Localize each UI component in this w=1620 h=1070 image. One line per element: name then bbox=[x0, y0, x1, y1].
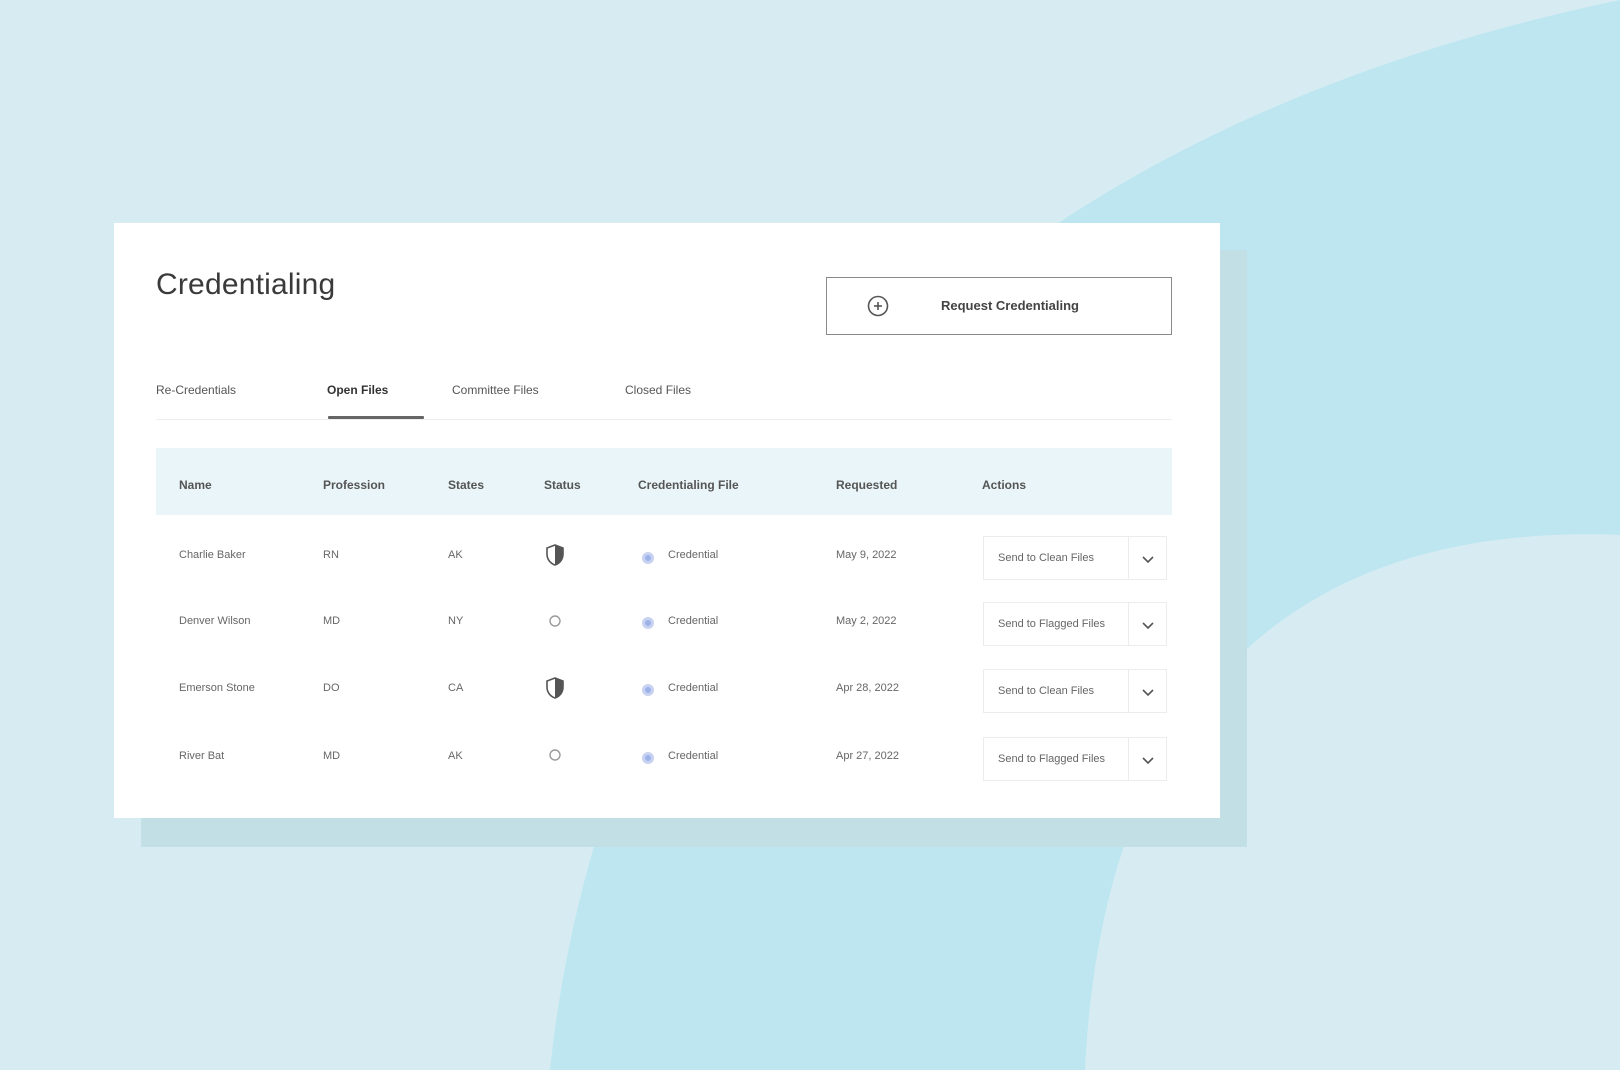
credential-file-link[interactable]: Credential bbox=[668, 682, 718, 694]
send-to-clean-files-button[interactable]: Send to Clean Files bbox=[998, 552, 1094, 564]
dot-icon bbox=[549, 749, 561, 761]
row-state: NY bbox=[448, 615, 464, 627]
action-split-button: Send to Clean Files bbox=[983, 536, 1167, 580]
page-title: Credentialing bbox=[156, 268, 336, 301]
row-requested-date: Apr 28, 2022 bbox=[836, 682, 899, 694]
action-divider bbox=[1128, 603, 1129, 645]
credential-file-icon bbox=[642, 684, 654, 696]
credential-file-icon bbox=[642, 552, 654, 564]
row-profession: MD bbox=[323, 615, 341, 627]
row-profession: MD bbox=[323, 750, 341, 762]
send-to-clean-files-button[interactable]: Send to Clean Files bbox=[998, 685, 1094, 697]
table-row[interactable]: Charlie Baker RN AK Credential May 9, 20… bbox=[156, 524, 1172, 591]
row-requested-date: May 9, 2022 bbox=[836, 549, 897, 561]
credential-file-icon bbox=[642, 617, 654, 629]
column-header-status[interactable]: Status bbox=[544, 478, 581, 492]
send-to-flagged-files-button[interactable]: Send to Flagged Files bbox=[998, 753, 1105, 765]
chevron-down-icon[interactable] bbox=[1140, 684, 1156, 700]
row-requested-date: Apr 27, 2022 bbox=[836, 750, 899, 762]
column-header-name[interactable]: Name bbox=[179, 478, 212, 492]
credentialing-card: Credentialing Request Credentialing Re-C… bbox=[114, 223, 1220, 818]
action-split-button: Send to Flagged Files bbox=[983, 602, 1167, 646]
column-header-actions: Actions bbox=[982, 478, 1027, 492]
row-name[interactable]: Charlie Baker bbox=[179, 549, 246, 561]
dot-icon bbox=[549, 615, 561, 627]
active-tab-indicator bbox=[328, 416, 424, 419]
row-state: AK bbox=[448, 750, 463, 762]
credential-file-link[interactable]: Credential bbox=[668, 549, 718, 561]
credential-file-link[interactable]: Credential bbox=[668, 750, 718, 762]
tab-committee-files[interactable]: Committee Files bbox=[452, 383, 539, 419]
tab-closed-files[interactable]: Closed Files bbox=[625, 383, 691, 419]
shield-icon bbox=[546, 677, 564, 699]
action-split-button: Send to Flagged Files bbox=[983, 737, 1167, 781]
column-header-credentialing-file[interactable]: Credentialing File bbox=[638, 478, 739, 492]
chevron-down-icon[interactable] bbox=[1140, 617, 1156, 633]
table-row[interactable]: Denver Wilson MD NY Credential May 2, 20… bbox=[156, 591, 1172, 658]
row-profession: DO bbox=[323, 682, 340, 694]
table-row[interactable]: Emerson Stone DO CA Credential Apr 28, 2… bbox=[156, 658, 1172, 725]
shield-icon bbox=[546, 544, 564, 566]
send-to-flagged-files-button[interactable]: Send to Flagged Files bbox=[998, 618, 1105, 630]
table-header: Name Profession States Status Credential… bbox=[156, 448, 1172, 515]
row-name[interactable]: Denver Wilson bbox=[179, 615, 251, 627]
row-state: CA bbox=[448, 682, 464, 694]
request-credentialing-button[interactable]: Request Credentialing bbox=[826, 277, 1172, 335]
credential-file-icon bbox=[642, 752, 654, 764]
row-requested-date: May 2, 2022 bbox=[836, 615, 897, 627]
request-credentialing-label: Request Credentialing bbox=[941, 298, 1079, 313]
chevron-down-icon[interactable] bbox=[1140, 752, 1156, 768]
chevron-down-icon[interactable] bbox=[1140, 551, 1156, 567]
action-divider bbox=[1128, 537, 1129, 579]
row-state: AK bbox=[448, 549, 463, 561]
column-header-requested[interactable]: Requested bbox=[836, 478, 897, 492]
row-name[interactable]: River Bat bbox=[179, 750, 224, 762]
plus-circle-icon bbox=[867, 295, 889, 317]
action-divider bbox=[1128, 738, 1129, 780]
column-header-profession[interactable]: Profession bbox=[323, 478, 385, 492]
table-row[interactable]: River Bat MD AK Credential Apr 27, 2022 … bbox=[156, 725, 1172, 792]
credential-file-link[interactable]: Credential bbox=[668, 615, 718, 627]
tab-bar: Re-Credentials Open Files Committee File… bbox=[156, 383, 1172, 420]
tab-open-files[interactable]: Open Files bbox=[327, 383, 388, 419]
tab-re-credentials[interactable]: Re-Credentials bbox=[156, 383, 236, 419]
column-header-states[interactable]: States bbox=[448, 478, 484, 492]
action-divider bbox=[1128, 670, 1129, 712]
row-profession: RN bbox=[323, 549, 339, 561]
action-split-button: Send to Clean Files bbox=[983, 669, 1167, 713]
row-name[interactable]: Emerson Stone bbox=[179, 682, 255, 694]
